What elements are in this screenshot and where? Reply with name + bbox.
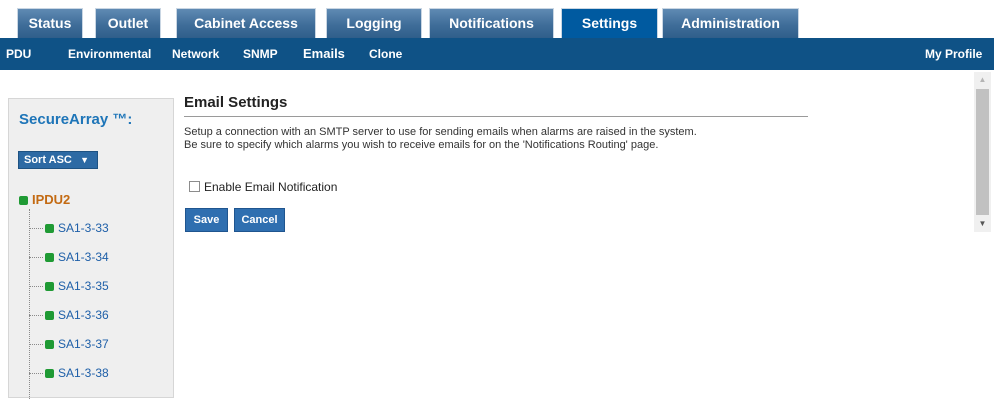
tab-outlet[interactable]: Outlet [95, 8, 161, 38]
page-title: Email Settings [184, 94, 288, 111]
status-dot-icon [45, 224, 54, 233]
chevron-down-icon: ▼ [80, 155, 89, 165]
tab-settings[interactable]: Settings [561, 8, 658, 38]
tree-root-label: IPDU2 [32, 192, 71, 207]
tree-item[interactable]: SA1-3-38 [29, 366, 109, 384]
subnav-pdu[interactable]: PDU [6, 38, 31, 70]
vertical-scrollbar[interactable]: ▲ ▼ [974, 72, 991, 232]
tree-item-label: SA1-3-35 [58, 279, 109, 293]
tree-item[interactable]: SA1-3-35 [29, 279, 109, 297]
status-dot-icon [45, 311, 54, 320]
enable-email-notification-checkbox[interactable] [189, 181, 200, 192]
scroll-down-icon[interactable]: ▼ [974, 216, 991, 232]
tab-notifications[interactable]: Notifications [429, 8, 554, 38]
scroll-up-icon[interactable]: ▲ [974, 72, 991, 88]
tree-item-label: SA1-3-33 [58, 221, 109, 235]
scroll-thumb[interactable] [976, 89, 989, 215]
subnav-clone[interactable]: Clone [369, 38, 402, 70]
description-line-2: Be sure to specify which alarms you wish… [184, 139, 659, 151]
tree-item[interactable]: SA1-3-33 [29, 221, 109, 239]
tree-branch-line [29, 315, 43, 317]
sort-dropdown[interactable]: Sort ASC ▼ [18, 151, 98, 169]
tree-branch-line [29, 286, 43, 288]
tree-item-label: SA1-3-34 [58, 250, 109, 264]
title-divider [184, 116, 808, 117]
tab-status[interactable]: Status [17, 8, 83, 38]
status-dot-icon [45, 253, 54, 262]
device-sidebar: SecureArray ™: Sort ASC ▼ IPDU2 SA1-3-33… [8, 98, 174, 399]
subnav-emails[interactable]: Emails [303, 38, 345, 70]
tab-cabinet-access[interactable]: Cabinet Access [176, 8, 316, 38]
status-dot-icon [19, 196, 28, 205]
subnav-environmental[interactable]: Environmental [68, 38, 151, 70]
tree-item[interactable]: SA1-3-36 [29, 308, 109, 326]
save-button[interactable]: Save [185, 208, 228, 232]
tree-item-label: SA1-3-37 [58, 337, 109, 351]
tree-branch-line [29, 228, 43, 230]
tree-item-label: SA1-3-36 [58, 308, 109, 322]
status-dot-icon [45, 340, 54, 349]
sort-label: Sort ASC [24, 154, 72, 166]
description-line-1: Setup a connection with an SMTP server t… [184, 126, 697, 138]
enable-email-notification-label: Enable Email Notification [204, 180, 338, 194]
tree-branch-line [29, 373, 43, 375]
tree-item-label: SA1-3-38 [58, 366, 109, 380]
status-dot-icon [45, 282, 54, 291]
tree-root-ipdu2[interactable]: IPDU2 [19, 192, 70, 207]
tree-item[interactable]: SA1-3-34 [29, 250, 109, 268]
brand-title: SecureArray ™: [19, 111, 133, 128]
tab-logging[interactable]: Logging [326, 8, 422, 38]
sub-navigation: PDU Environmental Network SNMP Emails Cl… [0, 38, 994, 70]
subnav-snmp[interactable]: SNMP [243, 38, 278, 70]
enable-email-notification-row[interactable]: Enable Email Notification [189, 180, 337, 194]
status-dot-icon [45, 369, 54, 378]
tree-branch-line [29, 257, 43, 259]
cancel-button[interactable]: Cancel [234, 208, 285, 232]
tab-administration[interactable]: Administration [662, 8, 799, 38]
tree-item[interactable]: SA1-3-37 [29, 337, 109, 355]
tree-branch-line [29, 344, 43, 346]
subnav-network[interactable]: Network [172, 38, 219, 70]
top-tab-bar: Status Outlet Cabinet Access Logging Not… [0, 0, 994, 38]
my-profile-link[interactable]: My Profile [925, 38, 982, 70]
